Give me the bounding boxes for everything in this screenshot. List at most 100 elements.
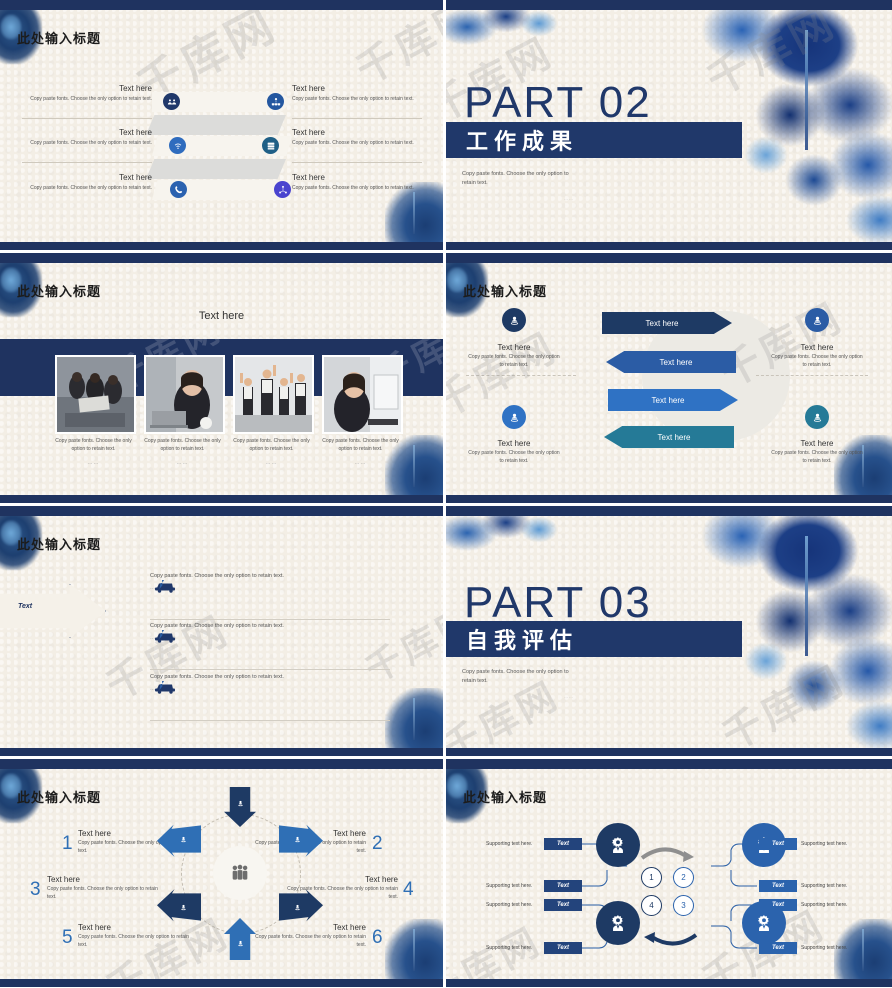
share-network-icon[interactable] [274,181,291,198]
item-block[interactable]: Text here Copy paste fonts. Choose the o… [47,875,165,902]
tag-label[interactable]: Text [544,899,582,911]
photo-card[interactable] [322,355,403,434]
item-body: Copy paste fonts. Choose the only option… [78,934,189,948]
corner-heading: Text here [497,439,531,448]
item-body: Copy paste fonts. Choose the only option… [47,886,158,900]
slide-top-bar [0,759,443,769]
item-heading: Text here [333,923,366,932]
slide-bottom-bar [446,979,892,987]
person-pin-icon[interactable] [805,405,829,429]
phone-call-icon[interactable] [170,181,187,198]
slide-7-hub-spokes[interactable]: 千库网 此处输入标题 1 Text here Copy paste fonts.… [0,759,443,987]
item-block[interactable]: Text here Copy paste fonts. Choose the o… [292,128,422,148]
step-number-badge[interactable]: 4 [641,895,662,916]
slide-bottom-bar [446,495,892,503]
slide-1-process[interactable]: 千库网 千库网 此处输入标题 Text here Copy paste font… [0,0,443,250]
arrow-label: Text here [657,432,691,442]
tag-label[interactable]: Text [759,880,797,892]
caption-dots: …… [176,459,189,466]
item-heading: Text here [119,84,152,93]
row-dots: …… [150,686,390,692]
process-arrow[interactable]: Text here [604,426,734,448]
corner-heading: Text here [497,343,531,352]
wifi-signal-icon[interactable] [169,137,186,154]
divider [756,375,868,377]
item-heading: Text here [78,923,111,932]
supporting-text: Supporting text here. [801,902,848,908]
person-pin-icon[interactable] [502,405,526,429]
step-number-badge[interactable]: 3 [673,895,694,916]
car-charging-icon[interactable] [152,574,178,594]
tag-label[interactable]: Text [544,880,582,892]
slide-2-section-cover[interactable]: 千库网 千库网 PART 02 工作成果 Copy paste fonts. C… [446,0,892,250]
supporting-text: Supporting text here. [486,841,533,847]
process-arrow[interactable]: Text here [608,389,738,411]
users-group-icon[interactable] [163,93,180,110]
corner-text-block: Text here Copy paste fonts. Choose the o… [771,343,863,370]
slide-6-section-cover[interactable]: 千库网 千库网 PART 03 自我评估 Copy paste fonts. C… [446,506,892,756]
tag-label[interactable]: Text [544,942,582,954]
list-row[interactable]: Copy paste fonts. Choose the only option… [150,572,390,591]
photo-caption: Copy paste fonts. Choose the only option… [233,438,310,452]
section-subdots: …… [564,196,574,201]
arrow-label: Text here [659,357,693,367]
tag-label[interactable]: Text [759,899,797,911]
item-block[interactable]: Text here Copy paste fonts. Choose the o… [292,84,422,104]
slide-top-bar [446,759,892,769]
item-block[interactable]: Text here Copy paste fonts. Choose the o… [78,923,196,950]
list-row[interactable]: Copy paste fonts. Choose the only option… [150,622,390,641]
person-pin-icon[interactable] [502,308,526,332]
item-body: Copy paste fonts. Choose the only option… [30,140,152,146]
item-block[interactable]: Text here Copy paste fonts. Choose the o… [22,173,152,193]
divider [150,669,390,670]
supporting-text: Supporting text here. [486,883,533,889]
tag-label[interactable]: Text [759,942,797,954]
ink-blot-bottom-right [385,688,443,750]
slide-3-photo-gallery[interactable]: 此处输入标题 千库网 千库网 Text here [0,253,443,503]
car-charging-icon[interactable] [152,675,178,695]
photo-card[interactable] [144,355,225,434]
person-pin-icon[interactable] [805,308,829,332]
slide-deck: 千库网 千库网 此处输入标题 Text here Copy paste font… [0,0,892,988]
photo-card[interactable] [55,355,136,434]
page-title: 此处输入标题 [17,791,102,806]
item-block[interactable]: Text here Copy paste fonts. Choose the o… [292,173,422,193]
photo-card[interactable] [233,355,314,434]
item-block[interactable]: Text here Copy paste fonts. Choose the o… [22,84,152,104]
list-row[interactable]: Copy paste fonts. Choose the only option… [150,673,390,692]
item-body: Copy paste fonts. Choose the only option… [30,96,152,102]
supporting-text: Supporting text here. [486,902,533,908]
item-body: Copy paste fonts. Choose the only option… [292,140,414,146]
slide-top-bar [446,506,892,516]
item-heading: Text here [47,875,80,884]
process-arrow[interactable]: Text here [606,351,736,373]
gear-person-icon[interactable] [596,823,640,867]
tag-label[interactable]: Text [544,838,582,850]
tag-label[interactable]: Text [759,838,797,850]
slide-bottom-bar [0,495,443,503]
gear-person-icon[interactable] [596,901,640,945]
step-number-badge[interactable]: 1 [641,867,662,888]
page-title: 此处输入标题 [17,538,102,553]
team-meeting-photo [57,357,134,432]
slide-bottom-bar [0,748,443,756]
car-charging-icon[interactable] [152,624,178,644]
arrow-label: Text here [645,318,679,328]
supporting-text: Supporting text here. [801,945,848,951]
item-block[interactable]: Text here Copy paste fonts. Choose the o… [248,923,366,950]
photo-caption: Copy paste fonts. Choose the only option… [322,438,399,452]
slide-bottom-bar [0,242,443,250]
step-number-badge[interactable]: 2 [673,867,694,888]
section-title: 自我评估 [466,629,579,654]
part-label: PART 02 [464,78,652,127]
slide-5-arrow-list[interactable]: 千库网 千库网 此处输入标题 Text Copy paste fonts. Ch… [0,506,443,756]
process-arrow[interactable]: Text here [602,312,732,334]
corner-text-block: Text here Copy paste fonts. Choose the o… [771,439,863,466]
photo-caption-block: Copy paste fonts. Choose the only option… [318,438,403,466]
item-block[interactable]: Text here Copy paste fonts. Choose the o… [22,128,152,148]
org-chart-icon[interactable] [267,93,284,110]
server-database-icon[interactable] [262,137,279,154]
slide-4-arrow-process[interactable]: 千库网 千库网 此处输入标题 Text here Text here Text … [446,253,892,503]
slide-8-cycle-diagram[interactable]: 千库网 千库网 此处输入标题 [446,759,892,987]
item-heading: Text here [292,128,325,137]
